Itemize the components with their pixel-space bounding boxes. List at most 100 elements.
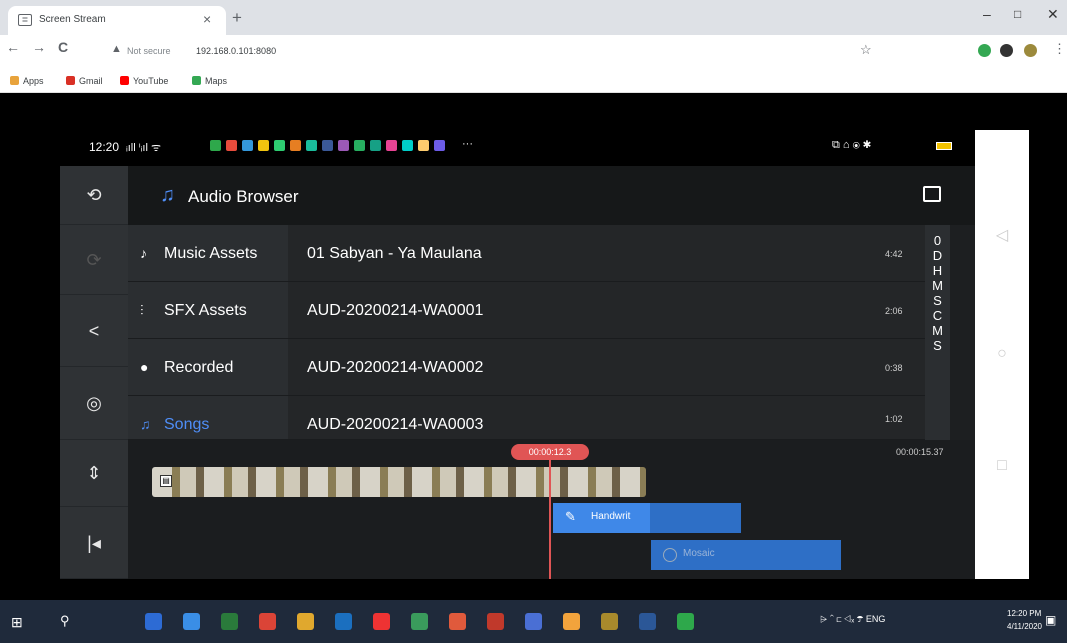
taskbar-app-icon[interactable] <box>525 613 542 630</box>
audio-browser-app: ⟲ ⟳ < ◎ ⇕ |◂ ♫ Audio Browser ✓ ♪ Music A… <box>60 166 1005 579</box>
recents-nav-button[interactable]: □ <box>975 457 1029 475</box>
taskbar-app-icon[interactable] <box>183 613 200 630</box>
puzzle-extension-icon[interactable] <box>1000 44 1013 57</box>
index-letter[interactable]: D <box>925 248 950 263</box>
notification-icon <box>418 140 429 151</box>
notification-icon <box>434 140 445 151</box>
taskbar-app-icon[interactable] <box>449 613 466 630</box>
timeline[interactable]: ▤ ✎ Handwrit Mosaic 00:00:12.3 00:00:15.… <box>128 440 975 579</box>
bookmark-link[interactable]: Gmail <box>79 76 103 86</box>
track-row[interactable]: 01 Sabyan - Ya Maulana 4:42 <box>288 225 925 282</box>
handwriting-layer-clip[interactable]: ✎ Handwrit <box>553 503 741 533</box>
search-icon[interactable]: ⚲ <box>60 613 70 629</box>
taskbar-app-icon[interactable] <box>677 613 694 630</box>
sfx-waveform-icon: ⫶ <box>140 302 144 318</box>
store-icon[interactable] <box>923 186 941 202</box>
more-notifications-icon: ··· <box>462 138 473 150</box>
pen-icon: ✎ <box>565 509 576 524</box>
notification-center-icon[interactable]: ▣ <box>1045 613 1056 627</box>
browser-menu-icon[interactable]: ⋮ <box>1053 41 1066 57</box>
taskbar-app-icon[interactable] <box>335 613 352 630</box>
notification-icon <box>274 140 285 151</box>
system-tray[interactable]: ⩥ ⌃ ⊏ ◁ₓ ☂ ENG <box>820 614 885 625</box>
category-music-assets[interactable]: ♪ Music Assets <box>128 225 288 282</box>
not-secure-icon[interactable]: ▲ <box>111 43 122 55</box>
index-letter[interactable]: S <box>925 293 950 308</box>
track-name: 01 Sabyan - Ya Maulana <box>307 245 482 262</box>
browser-tab[interactable]: ≣ Screen Stream × <box>8 6 226 35</box>
taskbar-app-icon[interactable] <box>601 613 618 630</box>
split-button[interactable]: ⇕ <box>60 440 128 507</box>
mosaic-layer-clip[interactable]: Mosaic <box>651 540 841 570</box>
mosaic-label: Mosaic <box>683 548 715 559</box>
category-sfx-assets[interactable]: ⫶ SFX Assets <box>128 282 288 339</box>
back-nav-button[interactable]: ◁ <box>975 225 1029 245</box>
taskbar-app-icon[interactable] <box>411 613 428 630</box>
url-text[interactable]: 192.168.0.101:8080 <box>196 46 276 56</box>
taskbar-app-icon[interactable] <box>297 613 314 630</box>
share-button[interactable]: < <box>60 295 128 367</box>
settings-button[interactable]: ◎ <box>60 367 128 440</box>
taskbar-app-icon[interactable] <box>221 613 238 630</box>
back-button[interactable]: ← <box>6 39 20 55</box>
alphabet-index[interactable]: 0DHMSCMS <box>925 225 950 440</box>
tab-strip: ≣ Screen Stream × + – □ ✕ <box>0 0 1067 35</box>
category-recorded[interactable]: ● Recorded <box>128 339 288 396</box>
close-tab-icon[interactable]: × <box>203 11 211 27</box>
forward-button[interactable]: → <box>32 39 46 55</box>
songs-note-icon: ♫ <box>140 416 151 432</box>
bookmark-icon <box>120 76 129 85</box>
taskbar-app-icon[interactable] <box>259 613 276 630</box>
taskbar-app-icon[interactable] <box>145 613 162 630</box>
taskbar-app-icon[interactable] <box>487 613 504 630</box>
undo-button[interactable]: ⟲ <box>60 166 128 225</box>
taskbar-app-icon[interactable] <box>373 613 390 630</box>
skip-to-start-button[interactable]: |◂ <box>60 507 128 579</box>
category-songs[interactable]: ♫ Songs <box>128 396 288 440</box>
bookmark-link[interactable]: YouTube <box>133 76 168 86</box>
bookmark-link[interactable]: Apps <box>23 76 44 86</box>
notification-icon <box>210 140 221 151</box>
bookmark-link[interactable]: Maps <box>205 76 227 86</box>
start-button[interactable]: ⊞ <box>11 614 23 631</box>
category-label: Music Assets <box>164 245 258 262</box>
handwriting-clip-selected: ✎ Handwrit <box>553 503 650 533</box>
track-row[interactable]: AUD-20200214-WA0003 1:02 <box>288 396 925 440</box>
maximize-button[interactable]: □ <box>1014 7 1021 21</box>
track-duration: 0:38 <box>885 363 903 373</box>
index-letter[interactable]: 0 <box>925 233 950 248</box>
index-letter[interactable]: M <box>925 323 950 338</box>
index-letter[interactable]: H <box>925 263 950 278</box>
new-tab-button[interactable]: + <box>232 8 242 28</box>
extension-icon[interactable] <box>978 44 991 57</box>
playhead-line[interactable] <box>549 460 551 579</box>
category-label: Songs <box>164 416 210 433</box>
index-letter[interactable]: M <box>925 278 950 293</box>
bookmark-star-icon[interactable]: ☆ <box>860 42 872 58</box>
track-row[interactable]: AUD-20200214-WA0001 2:06 <box>288 282 925 339</box>
music-assets-icon: ♪ <box>140 245 147 261</box>
reload-button[interactable]: C <box>58 39 68 55</box>
index-letter[interactable]: S <box>925 338 950 353</box>
taskbar-app-icon[interactable] <box>563 613 580 630</box>
minimize-button[interactable]: – <box>983 6 991 22</box>
microphone-icon: ● <box>140 359 149 375</box>
clock-time[interactable]: 12:20 PM <box>1007 609 1041 618</box>
taskbar-app-icon[interactable] <box>639 613 656 630</box>
editor-left-toolbar: ⟲ ⟳ < ◎ ⇕ |◂ <box>60 166 128 579</box>
home-nav-button[interactable]: ○ <box>975 345 1029 363</box>
category-label: Recorded <box>164 359 234 376</box>
redo-button[interactable]: ⟳ <box>60 225 128 295</box>
notification-icon <box>338 140 349 151</box>
close-window-button[interactable]: ✕ <box>1047 6 1059 23</box>
track-name: AUD-20200214-WA0001 <box>307 302 484 319</box>
bookmark-icon <box>10 76 19 85</box>
track-name: AUD-20200214-WA0002 <box>307 359 484 376</box>
notification-icon <box>258 140 269 151</box>
address-bar[interactable]: ▲ Not secure 192.168.0.101:8080 <box>106 40 958 64</box>
video-clip[interactable]: ▤ <box>152 467 646 497</box>
track-row[interactable]: AUD-20200214-WA0002 0:38 <box>288 339 925 396</box>
index-letter[interactable]: C <box>925 308 950 323</box>
clock-date[interactable]: 4/11/2020 <box>1007 622 1042 631</box>
profile-avatar[interactable] <box>1024 44 1037 57</box>
